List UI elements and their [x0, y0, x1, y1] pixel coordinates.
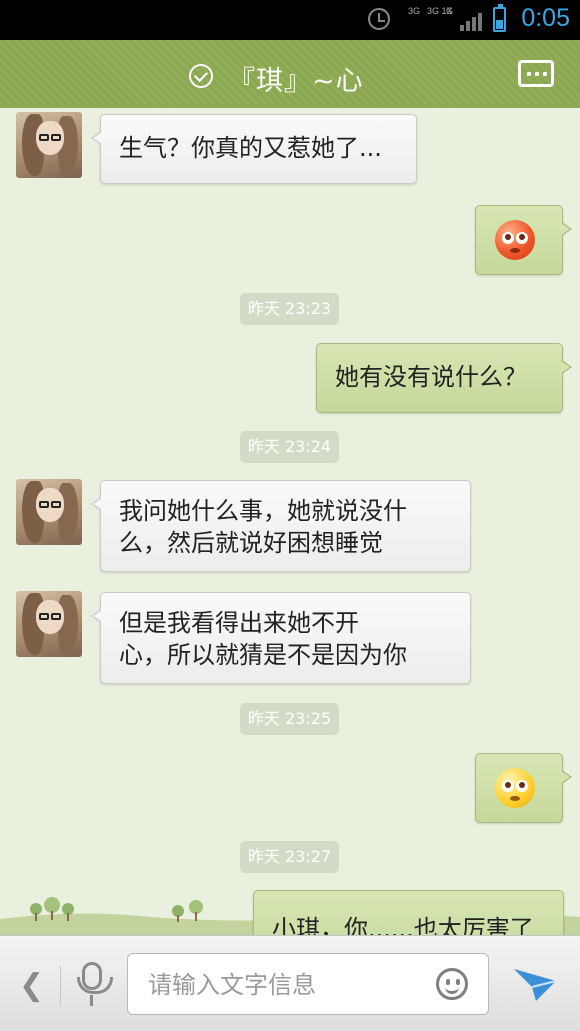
check-circle-icon	[189, 64, 213, 88]
incoming-message-bubble[interactable]: 我问她什么事，她就说没什 么，然后就说好困想睡觉	[91, 480, 471, 572]
microphone-icon[interactable]	[77, 962, 113, 994]
message-text: 她有没有说什么？	[335, 363, 527, 391]
alarm-clock-icon	[368, 8, 390, 30]
contact-avatar[interactable]	[16, 479, 82, 545]
microphone-stand	[90, 995, 93, 1006]
message-text: 生气？你真的又惹她了...	[119, 134, 382, 162]
smiley-icon[interactable]	[436, 968, 468, 1000]
outgoing-message-bubble[interactable]: 她有没有说什么？	[316, 343, 572, 413]
contact-avatar[interactable]	[16, 112, 82, 178]
chevron-left-icon[interactable]: ❮	[19, 968, 44, 1003]
message-text-line: 我问她什么事，她就说没什	[119, 497, 407, 525]
message-text-line: 但是我看得出来她不开	[119, 609, 359, 637]
chat-header: 『琪』~心	[0, 40, 580, 114]
outgoing-message-bubble[interactable]	[475, 205, 572, 275]
message-input-field[interactable]	[127, 953, 489, 1016]
network-g-icon: G	[446, 6, 454, 16]
message-timestamp: 昨天 23:24	[240, 431, 339, 463]
message-list[interactable]: 生气？你真的又惹她了... 昨天 23:23 她有没有说什么？ 昨天 23:24…	[0, 108, 580, 935]
message-timestamp: 昨天 23:23	[240, 293, 339, 325]
message-text-line: 么，然后就说好困想睡觉	[119, 529, 383, 557]
signal-strength-icon	[460, 13, 484, 31]
outgoing-message-bubble[interactable]: 小琪，你......也太厉害了	[253, 890, 564, 935]
message-timestamp: 昨天 23:25	[240, 703, 339, 735]
message-input[interactable]	[146, 954, 410, 1016]
status-clock: 0:05	[521, 4, 570, 32]
more-options-button[interactable]	[518, 60, 554, 87]
message-timestamp: 昨天 23:27	[240, 841, 339, 873]
red-blush-emoji-icon	[495, 220, 535, 260]
incoming-message-bubble[interactable]: 但是我看得出来她不开 心，所以就猜是不是因为你	[91, 592, 471, 684]
message-text-line: 心，所以就猜是不是因为你	[119, 641, 407, 669]
outgoing-message-bubble[interactable]	[475, 753, 572, 823]
message-text: 小琪，你......也太厉害了	[272, 915, 534, 935]
divider	[60, 966, 61, 1006]
status-bar: 3G 3G 1X G 0:05	[0, 0, 580, 40]
send-icon[interactable]	[512, 963, 558, 1005]
battery-icon	[493, 4, 506, 32]
sweat-emoji-icon	[495, 768, 535, 808]
network-3g-icon: 3G	[408, 6, 421, 16]
input-bar: ❮	[0, 935, 580, 1031]
incoming-message-bubble[interactable]: 生气？你真的又惹她了...	[91, 114, 417, 184]
chat-title: 『琪』~心	[228, 66, 364, 97]
contact-avatar[interactable]	[16, 591, 82, 657]
